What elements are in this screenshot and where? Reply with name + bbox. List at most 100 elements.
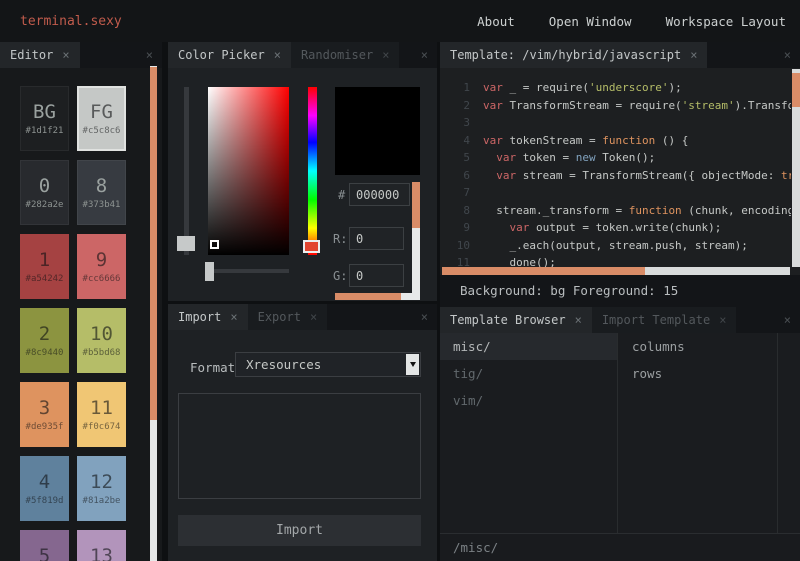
hue-handle[interactable] [303,240,320,253]
hex-label: # [338,188,346,202]
swatch-number: 3 [38,396,51,419]
swatch-12[interactable]: 12 #81a2be [77,456,126,521]
browser-item-rows[interactable]: rows [619,360,777,387]
import-tabbar: Import × Export × × [168,304,437,330]
scheme-editor-panel: Editor × × BG #1d1f21 FG #c5c8c6 0 #282a2e 8 #37… [0,42,162,561]
close-icon[interactable]: × [230,310,237,324]
swatch-hex: #b5bd68 [82,347,121,358]
swatch-hex: #282a2e [25,199,64,210]
browser-tab-template-browser[interactable]: Template Browser × [440,307,592,333]
editor-tab-editor[interactable]: Editor × [0,42,80,68]
swatch-11[interactable]: 11 #f0c674 [77,382,126,447]
close-icon[interactable]: × [412,304,437,330]
editor-scrollbar-track[interactable] [150,66,157,561]
close-icon[interactable]: × [310,310,317,324]
swatch-13[interactable]: 13#b294bb [77,530,126,561]
close-icon[interactable]: × [412,42,437,68]
import-tab-export[interactable]: Export × [247,304,328,330]
swatch-10[interactable]: 10 #b5bd68 [77,308,126,373]
hue-strip[interactable] [308,87,317,255]
code-token: token = [516,151,576,164]
tab-label: Template: /vim/hybrid/javascript [450,48,682,62]
swatch-fg[interactable]: FG #c5c8c6 [77,86,126,151]
tab-label: Randomiser [300,48,374,62]
value-slider-track[interactable] [184,87,189,255]
format-select-value: Xresources [246,357,322,372]
swatch-4[interactable]: 4 #5f819d [20,456,69,521]
close-icon[interactable]: × [775,307,800,333]
line-number: 4 [463,133,470,147]
saturation-value-gradient[interactable] [208,87,289,255]
swatch-hex: #81a2be [82,495,121,506]
swatch-hex: #1d1f21 [25,125,64,136]
swatch-0[interactable]: 0 #282a2e [20,160,69,225]
swatch-9[interactable]: 9 #cc6666 [77,234,126,299]
browser-dir-misc[interactable]: misc/ [440,333,617,360]
template-tab-template-vim-hybrid-javascript[interactable]: Template: /vim/hybrid/javascript × [440,42,708,68]
browser-tab-import-template[interactable]: Import Template × [591,307,737,333]
swatch-number: 9 [95,248,108,271]
close-icon[interactable]: × [62,48,69,62]
picker-hscrollbar-thumb[interactable] [335,293,401,300]
swatch-8[interactable]: 8 #373b41 [77,160,126,225]
app-root: terminal.sexy About Open Window Workspace … [0,0,800,561]
picker-vscrollbar-thumb[interactable] [412,182,420,228]
code-line: 1 var _ = require('underscore'); [440,79,791,97]
import-tab-import[interactable]: Import × [168,304,248,330]
value-slider-handle[interactable] [177,236,195,251]
swatch-number: 1 [38,248,51,271]
import-textarea[interactable] [178,393,421,499]
close-icon[interactable]: × [274,48,281,62]
code-token: var [496,168,517,182]
close-icon[interactable]: × [137,42,162,68]
tab-label: Color Picker [178,48,265,62]
red-label: R: [333,232,348,246]
green-input[interactable] [349,264,404,287]
code-token: new [575,151,596,164]
import-button[interactable]: Import [178,515,421,546]
format-select[interactable]: Xresources [235,352,421,377]
close-icon[interactable]: × [719,313,726,327]
import-tabs: Import × Export × [168,304,328,330]
red-input[interactable] [349,227,404,250]
close-icon[interactable]: × [690,48,697,62]
swatch-3[interactable]: 3 #de935f [20,382,69,447]
swatch-number: 11 [90,396,113,419]
template-code-panel: Template: /vim/hybrid/javascript × × 1 var… [440,42,800,307]
editor-tabbar: Editor × × [0,42,162,68]
line-number: 11 [456,256,470,267]
editor-scrollbar-thumb[interactable] [150,67,157,420]
chevron-down-icon[interactable] [406,354,419,375]
close-icon[interactable]: × [382,48,389,62]
tab-label: Import [178,310,222,324]
code-vscrollbar-thumb[interactable] [792,73,800,107]
code-token: function [628,203,682,217]
code-line: 9 var output = token.write(chunk); [440,219,791,237]
swatch-bg[interactable]: BG #1d1f21 [20,86,69,151]
close-icon[interactable]: × [575,313,582,327]
editor-tabs: Editor × [0,42,80,68]
horizontal-slider-handle[interactable] [205,262,214,281]
swatch-5[interactable]: 5#85678f [20,530,69,561]
picker-tab-randomiser[interactable]: Randomiser × [290,42,400,68]
code-hscrollbar-thumb[interactable] [442,267,645,275]
browser-dir-tig[interactable]: tig/ [440,360,617,387]
gradient-cursor[interactable] [210,240,219,249]
line-number: 3 [463,116,470,129]
browser-item-list: columns rows [619,333,778,533]
menu-item-open-window[interactable]: Open Window [549,14,632,29]
browser-item-columns[interactable]: columns [619,333,777,360]
code-token: stream = TransformStream({ objectMode: [516,168,782,182]
hex-input[interactable] [349,183,410,206]
menu-item-workspace-layout[interactable]: Workspace Layout [666,14,786,29]
browser-dir-vim[interactable]: vim/ [440,387,617,414]
picker-tab-color-picker[interactable]: Color Picker × [168,42,291,68]
browser-tabs: Template Browser × Import Template × [440,307,737,333]
horizontal-slider-track[interactable] [208,269,289,273]
menu-item-about[interactable]: About [477,14,515,29]
swatch-2[interactable]: 2 #8c9440 [20,308,69,373]
swatch-1[interactable]: 1 #a54242 [20,234,69,299]
close-icon[interactable]: × [775,42,800,68]
code-token: var [509,221,530,234]
